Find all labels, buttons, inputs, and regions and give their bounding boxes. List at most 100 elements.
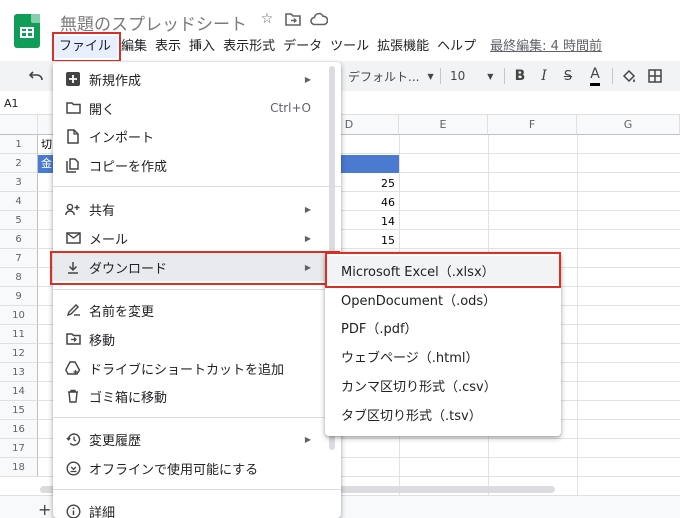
- cell-d3[interactable]: 25: [340, 174, 395, 193]
- cell-a1[interactable]: 切: [41, 135, 52, 154]
- row-header[interactable]: 12: [0, 344, 38, 363]
- sheets-logo[interactable]: [14, 14, 40, 48]
- row-header[interactable]: 3: [0, 173, 38, 192]
- cloud-status-icon[interactable]: [310, 10, 328, 28]
- download-ods[interactable]: OpenDocument（.ods）: [325, 285, 561, 313]
- menu-item-label: 共有: [89, 203, 116, 219]
- toolbar-divider: [440, 68, 441, 84]
- cell-d6[interactable]: 15: [340, 231, 395, 250]
- strikethrough-button[interactable]: S: [558, 61, 578, 91]
- menu-view[interactable]: 表示: [151, 36, 185, 58]
- menu-item-rename[interactable]: 名前を変更: [53, 296, 341, 324]
- menu-item-label: オフラインで使用可能にする: [89, 462, 259, 478]
- row-header[interactable]: 4: [0, 192, 38, 211]
- download-tsv[interactable]: タブ区切り形式（.tsv）: [325, 400, 561, 428]
- row-header[interactable]: 16: [0, 420, 38, 439]
- menu-divider: [53, 289, 341, 290]
- menu-item-trash[interactable]: ゴミ箱に移動: [53, 382, 341, 410]
- excel-highlight: [325, 252, 561, 288]
- menu-divider: [53, 489, 341, 490]
- column-header-g[interactable]: G: [577, 115, 680, 135]
- row-header[interactable]: 11: [0, 325, 38, 344]
- cell-a2[interactable]: 金: [41, 154, 52, 173]
- last-edit-link[interactable]: 最終編集: 4 時間前: [486, 36, 606, 58]
- person-add-icon: [65, 201, 81, 217]
- font-family-select[interactable]: デフォルト... ▼: [348, 61, 434, 91]
- chevron-down-icon: ▼: [427, 71, 434, 81]
- menu-item-add-shortcut[interactable]: ドライブにショートカットを追加: [53, 354, 341, 382]
- filled-cell-d2[interactable]: [340, 155, 399, 173]
- menu-item-share[interactable]: 共有 ▶: [53, 195, 341, 223]
- menu-help[interactable]: ヘルプ: [433, 36, 480, 58]
- menu-item-make-copy[interactable]: コピーを作成: [53, 151, 341, 179]
- font-size-select[interactable]: 10 ▼: [450, 61, 498, 91]
- menu-tools[interactable]: ツール: [326, 36, 373, 58]
- file-menu: 新規作成 ▶ 開く Ctrl+O インポート コピーを作成 共有 ▶ メール ▶…: [53, 62, 341, 518]
- menu-divider: [53, 417, 341, 418]
- row-header[interactable]: 14: [0, 382, 38, 401]
- menu-item-version-history[interactable]: 変更履歴 ▶: [53, 425, 341, 453]
- submenu-item-label: ウェブページ（.html）: [341, 350, 479, 366]
- row-header[interactable]: 2: [0, 154, 38, 173]
- row-header[interactable]: 9: [0, 287, 38, 306]
- cell-d4[interactable]: 46: [340, 193, 395, 212]
- submenu-item-label: カンマ区切り形式（.csv）: [341, 379, 497, 395]
- menu-extensions[interactable]: 拡張機能: [373, 36, 433, 58]
- folder-move-icon[interactable]: [284, 10, 302, 28]
- font-family-value: デフォルト...: [348, 69, 420, 84]
- menu-item-offline[interactable]: オフラインで使用可能にする: [53, 454, 341, 482]
- borders-icon[interactable]: [644, 61, 666, 91]
- text-color-button[interactable]: A: [585, 65, 605, 87]
- trash-icon: [65, 388, 81, 404]
- menu-item-import[interactable]: インポート: [53, 122, 341, 150]
- row-header[interactable]: 10: [0, 306, 38, 325]
- font-size-value: 10: [450, 69, 466, 83]
- menu-item-label: 新規作成: [89, 73, 142, 89]
- name-box[interactable]: A1: [4, 97, 19, 110]
- drive-shortcut-icon: [65, 360, 81, 376]
- row-header[interactable]: 8: [0, 268, 38, 287]
- row-header[interactable]: 15: [0, 401, 38, 420]
- row-header[interactable]: 1: [0, 135, 38, 154]
- menu-item-email[interactable]: メール ▶: [53, 224, 341, 252]
- download-csv[interactable]: カンマ区切り形式（.csv）: [325, 371, 561, 399]
- toolbar-divider: [504, 68, 505, 84]
- row-header[interactable]: 17: [0, 439, 38, 458]
- row-header[interactable]: 7: [0, 249, 38, 268]
- mail-icon: [65, 230, 81, 246]
- row-header[interactable]: 18: [0, 458, 38, 477]
- download-pdf[interactable]: PDF（.pdf）: [325, 313, 561, 341]
- cell-d5[interactable]: 14: [340, 212, 395, 231]
- menu-item-move[interactable]: 移動: [53, 325, 341, 353]
- menu-item-label: 移動: [89, 333, 116, 349]
- offline-icon: [65, 460, 81, 476]
- menu-item-label: ドライブにショートカットを追加: [89, 362, 285, 378]
- star-icon[interactable]: ☆: [258, 10, 276, 28]
- fill-color-icon[interactable]: [618, 61, 640, 91]
- menu-format[interactable]: 表示形式: [219, 36, 279, 58]
- row-header[interactable]: 13: [0, 363, 38, 382]
- row-header[interactable]: 5: [0, 211, 38, 230]
- copy-icon: [65, 157, 81, 173]
- folder-icon: [65, 100, 81, 116]
- menu-insert[interactable]: 挿入: [185, 36, 219, 58]
- italic-button[interactable]: I: [534, 61, 554, 91]
- move-folder-icon: [65, 331, 81, 347]
- add-sheet-icon[interactable]: +: [38, 500, 51, 518]
- column-header-e[interactable]: E: [399, 115, 488, 135]
- select-all-corner[interactable]: [0, 115, 38, 135]
- submenu-arrow-icon: ▶: [304, 233, 311, 243]
- menu-data[interactable]: データ: [279, 36, 326, 58]
- download-html[interactable]: ウェブページ（.html）: [325, 342, 561, 370]
- info-icon: [65, 503, 81, 518]
- menu-item-label: 変更履歴: [89, 433, 142, 449]
- menu-item-details[interactable]: 詳細: [53, 497, 341, 518]
- menu-edit[interactable]: 編集: [117, 36, 151, 58]
- column-header-f[interactable]: F: [488, 115, 577, 135]
- row-header[interactable]: 6: [0, 230, 38, 249]
- submenu-item-label: OpenDocument（.ods）: [341, 293, 497, 309]
- menu-item-new[interactable]: 新規作成 ▶: [53, 65, 341, 93]
- undo-icon[interactable]: [22, 61, 50, 91]
- bold-button[interactable]: B: [510, 61, 530, 91]
- menu-item-open[interactable]: 開く Ctrl+O: [53, 94, 341, 122]
